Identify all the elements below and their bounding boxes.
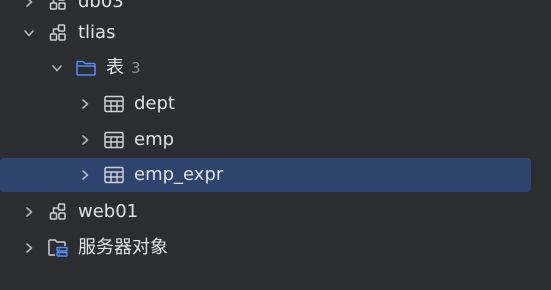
tree-node-dept[interactable]: dept bbox=[0, 87, 531, 121]
tree-node-tlias[interactable]: tlias bbox=[0, 16, 531, 50]
tree-node-label: web01 bbox=[78, 201, 139, 222]
tree-node-label: dept bbox=[134, 93, 175, 114]
tree-node-emp-expr[interactable]: emp_expr bbox=[0, 158, 531, 192]
tree-node-label: emp_expr bbox=[134, 164, 224, 185]
tree-node-tables-folder[interactable]: 表 3 bbox=[0, 51, 531, 85]
item-count: 3 bbox=[131, 59, 141, 77]
table-icon bbox=[103, 93, 125, 115]
tree-node-server-objects[interactable]: 服务器对象 bbox=[0, 231, 531, 265]
schema-icon bbox=[47, 201, 69, 223]
tree-node-label: 表 bbox=[106, 57, 124, 78]
database-explorer-tree: db03 tlias 表 3 dept emp emp_expr web01 服… bbox=[0, 0, 551, 290]
chevron-down-icon[interactable] bbox=[48, 59, 66, 77]
tree-node-web01[interactable]: web01 bbox=[0, 195, 531, 229]
folder-icon bbox=[75, 57, 97, 79]
chevron-right-icon[interactable] bbox=[20, 239, 38, 257]
chevron-down-icon[interactable] bbox=[20, 24, 38, 42]
chevron-right-icon[interactable] bbox=[76, 166, 94, 184]
server-objects-icon bbox=[47, 237, 69, 259]
chevron-right-icon[interactable] bbox=[76, 131, 94, 149]
schema-icon bbox=[47, 22, 69, 44]
chevron-right-icon[interactable] bbox=[76, 95, 94, 113]
tree-node-emp[interactable]: emp bbox=[0, 123, 531, 157]
table-icon bbox=[103, 129, 125, 151]
tree-node-label: tlias bbox=[78, 22, 116, 43]
tree-node-label: 服务器对象 bbox=[78, 237, 168, 258]
chevron-right-icon[interactable] bbox=[20, 0, 38, 11]
tree-node-label: emp bbox=[134, 129, 175, 150]
chevron-right-icon[interactable] bbox=[20, 203, 38, 221]
tree-node-label: db03 bbox=[78, 0, 124, 12]
table-icon bbox=[103, 164, 125, 186]
schema-icon bbox=[47, 0, 69, 13]
